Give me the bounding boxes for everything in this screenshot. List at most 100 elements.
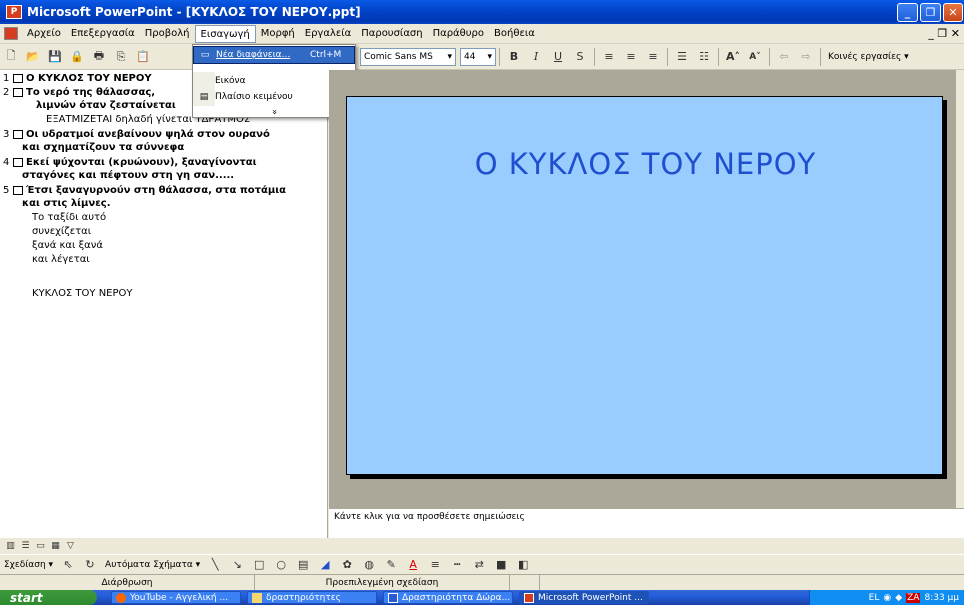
- oval-icon[interactable]: ○: [271, 555, 291, 575]
- dash-style-icon[interactable]: ┅: [447, 555, 467, 575]
- outline-slide-2-cont[interactable]: λιμνών όταν ζεσταίνεται: [36, 100, 176, 111]
- menu-tools[interactable]: Εργαλεία: [300, 25, 356, 43]
- paste-icon[interactable]: 📋: [133, 47, 153, 67]
- menu-file[interactable]: Αρχείο: [22, 25, 66, 43]
- decrease-font-icon[interactable]: A˅: [745, 47, 765, 67]
- slide-view-icon[interactable]: ▭: [34, 540, 47, 553]
- slideshow-view-icon[interactable]: ▽: [64, 540, 77, 553]
- outline-slide-4-cont[interactable]: σταγόνες και πέφτουν στη γη σαν.....: [22, 170, 234, 181]
- sorter-view-icon[interactable]: ▦: [49, 540, 62, 553]
- slide-title: Εκεί ψύχονται (κρυώνουν), ξαναγίνονται: [26, 157, 257, 168]
- close-button[interactable]: ✕: [943, 3, 963, 22]
- fill-color-icon[interactable]: ◍: [359, 555, 379, 575]
- document-icon[interactable]: [4, 27, 18, 40]
- autoshapes-button[interactable]: Αυτόματα Σχήματα ▾: [101, 560, 204, 570]
- outline-view-icon[interactable]: ☰: [19, 540, 32, 553]
- print-icon[interactable]: 🖶: [89, 47, 109, 67]
- italic-icon[interactable]: I: [526, 47, 546, 67]
- align-right-icon[interactable]: ≡: [643, 47, 663, 67]
- font-name-select[interactable]: Comic Sans MS ▾: [360, 47, 456, 66]
- slide-number: 5: [3, 185, 10, 196]
- clipart-icon[interactable]: ✿: [337, 555, 357, 575]
- textbox-icon[interactable]: ▤: [293, 555, 313, 575]
- notes-pane[interactable]: Κάντε κλικ για να προσθέσετε σημειώσεις: [329, 508, 964, 538]
- outline-pane[interactable]: 1 Ο ΚΥΚΛΟΣ ΤΟΥ ΝΕΡΟΥ 2 Το νερό της θάλασ…: [0, 70, 328, 538]
- menu-view[interactable]: Προβολή: [140, 25, 195, 43]
- outline-slide-5-cont[interactable]: και στις λίμνες.: [22, 198, 111, 209]
- align-center-icon[interactable]: ≡: [621, 47, 641, 67]
- bullets-icon[interactable]: ☷: [694, 47, 714, 67]
- vertical-scrollbar[interactable]: [955, 70, 964, 538]
- outline-slide-4[interactable]: 4 Εκεί ψύχονται (κρυώνουν), ξαναγίνονται: [3, 157, 257, 168]
- slide-title-text[interactable]: Ο ΚΥΚΛΟΣ ΤΟΥ ΝΕΡΟΥ: [347, 147, 944, 181]
- select-objects-icon[interactable]: ⇖: [58, 555, 78, 575]
- language-indicator[interactable]: EL: [869, 593, 880, 603]
- promote-icon[interactable]: ⇨: [796, 47, 816, 67]
- tray-app-icon[interactable]: ZA: [906, 592, 921, 603]
- font-color-icon[interactable]: A: [403, 555, 423, 575]
- task-youtube[interactable]: YouTube - Αγγελική ...: [111, 591, 241, 604]
- title-bar: P Microsoft PowerPoint - [ΚΥΚΛΟΣ ΤΟΥ ΝΕΡ…: [0, 0, 964, 24]
- menu-item-shortcut: Ctrl+M: [310, 50, 342, 60]
- shadow-icon[interactable]: S: [570, 47, 590, 67]
- outline-slide-1[interactable]: 1 Ο ΚΥΚΛΟΣ ΤΟΥ ΝΕΡΟΥ: [3, 73, 152, 84]
- start-button[interactable]: start: [0, 590, 97, 605]
- arrow-style-icon[interactable]: ⇄: [469, 555, 489, 575]
- bold-icon[interactable]: B: [504, 47, 524, 67]
- shadow-style-icon[interactable]: ■: [491, 555, 511, 575]
- outline-slide-3[interactable]: 3 Οι υδρατμοί ανεβαίνουν ψηλά στον ουραν…: [3, 129, 270, 140]
- outline-body-line[interactable]: ξανά και ξανά: [32, 240, 103, 251]
- task-powerpoint[interactable]: Microsoft PowerPoint ...: [519, 591, 649, 604]
- menu-item-new-slide[interactable]: ▭ Νέα διαφάνεια... Ctrl+M: [193, 46, 355, 64]
- task-folder[interactable]: δραστηριότητες: [247, 591, 377, 604]
- outline-body-line[interactable]: και λέγεται: [32, 254, 90, 265]
- save-icon[interactable]: 💾: [45, 47, 65, 67]
- demote-icon[interactable]: ⇦: [774, 47, 794, 67]
- line-icon[interactable]: ╲: [205, 555, 225, 575]
- increase-font-icon[interactable]: A˄: [723, 47, 743, 67]
- outline-slide-2[interactable]: 2 Το νερό της θάλασσας,: [3, 87, 155, 98]
- tray-icon[interactable]: ◉: [883, 593, 891, 603]
- outline-body-line[interactable]: ΚΥΚΛΟΣ ΤΟΥ ΝΕΡΟΥ: [32, 288, 133, 299]
- menu-slideshow[interactable]: Παρουσίαση: [356, 25, 427, 43]
- menu-help[interactable]: Βοήθεια: [489, 25, 540, 43]
- normal-view-icon[interactable]: ▥: [4, 540, 17, 553]
- menu-format[interactable]: Μορφή: [256, 25, 300, 43]
- minimize-button[interactable]: _: [897, 3, 918, 22]
- outline-body-line[interactable]: Το ταξίδι αυτό: [32, 212, 106, 223]
- outline-body-line[interactable]: συνεχίζεται: [32, 226, 91, 237]
- align-left-icon[interactable]: ≡: [599, 47, 619, 67]
- 3d-style-icon[interactable]: ◧: [513, 555, 533, 575]
- clock: 8:33 μμ: [924, 592, 959, 603]
- network-icon[interactable]: ◆: [895, 593, 902, 603]
- menu-insert[interactable]: Εισαγωγή: [194, 24, 256, 43]
- slide-icon: [13, 186, 23, 195]
- outline-slide-3-cont[interactable]: και σχηματίζουν τα σύννεφα: [22, 142, 184, 153]
- line-style-icon[interactable]: ≡: [425, 555, 445, 575]
- open-icon[interactable]: 📂: [23, 47, 43, 67]
- rectangle-icon[interactable]: □: [249, 555, 269, 575]
- arrow-icon[interactable]: ↘: [227, 555, 247, 575]
- draw-menu-button[interactable]: Σχεδίαση ▾: [0, 560, 57, 570]
- task-word[interactable]: Δραστηριότητα Δώρα...: [383, 591, 513, 604]
- system-tray: EL ◉ ◆ ZA 8:33 μμ: [809, 590, 964, 605]
- maximize-button[interactable]: ❐: [920, 3, 941, 22]
- status-empty: [510, 575, 540, 590]
- line-color-icon[interactable]: ✎: [381, 555, 401, 575]
- menu-window[interactable]: Παράθυρο: [428, 25, 489, 43]
- slide-title: Το νερό της θάλασσας,: [26, 87, 156, 98]
- menu-edit[interactable]: Επεξεργασία: [66, 25, 140, 43]
- outline-slide-5[interactable]: 5 Έτσι ξαναγυρνούν στη θάλασσα, στα ποτά…: [3, 185, 286, 196]
- slide-icon: [13, 74, 23, 83]
- permission-icon[interactable]: 🔒: [67, 47, 87, 67]
- slide-canvas[interactable]: Ο ΚΥΚΛΟΣ ΤΟΥ ΝΕΡΟΥ: [346, 96, 943, 475]
- rotate-icon[interactable]: ↻: [80, 555, 100, 575]
- underline-icon[interactable]: U: [548, 47, 568, 67]
- task-pane-button[interactable]: Κοινές εργασίες ▾: [824, 52, 913, 62]
- doc-window-controls[interactable]: _ ❐ ✕: [928, 27, 960, 40]
- numbering-icon[interactable]: ☰: [672, 47, 692, 67]
- wordart-icon[interactable]: ◢: [315, 555, 335, 575]
- font-size-select[interactable]: 44 ▾: [460, 47, 496, 66]
- new-icon[interactable]: 🗋: [1, 47, 21, 67]
- preview-icon[interactable]: ⎘: [111, 47, 131, 67]
